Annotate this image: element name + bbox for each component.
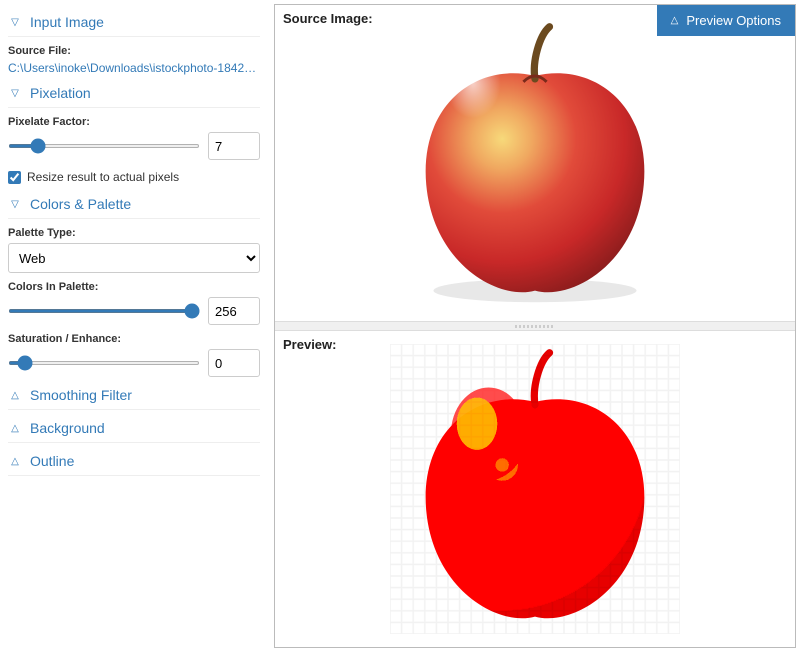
saturation-slider[interactable] <box>8 361 200 365</box>
section-title: Smoothing Filter <box>30 387 132 403</box>
saturation-label: Saturation / Enhance: <box>8 333 260 345</box>
chevron-down-icon: ▽ <box>8 199 22 210</box>
section-header-background[interactable]: △ Background <box>8 414 260 443</box>
chevron-up-icon: △ <box>8 423 22 434</box>
chevron-up-icon: △ <box>8 456 22 467</box>
source-file-path[interactable]: C:\Users\inoke\Downloads\istockphoto-184… <box>8 61 258 75</box>
colors-in-palette-label: Colors In Palette: <box>8 281 260 293</box>
colors-in-palette-slider[interactable] <box>8 309 200 313</box>
section-header-pixelation[interactable]: ▽ Pixelation <box>8 79 260 108</box>
resize-checkbox-label: Resize result to actual pixels <box>27 170 179 184</box>
chevron-up-icon: △ <box>8 390 22 401</box>
section-title: Background <box>30 420 105 436</box>
source-image-pane: Source Image: <box>275 5 795 321</box>
pixelate-factor-input[interactable] <box>208 132 260 160</box>
section-title: Outline <box>30 453 74 469</box>
preview-image-label: Preview: <box>283 337 336 352</box>
section-title: Colors & Palette <box>30 196 131 212</box>
palette-type-label: Palette Type: <box>8 227 260 239</box>
source-image <box>275 5 795 321</box>
chevron-down-icon: ▽ <box>8 17 22 28</box>
resize-checkbox-row[interactable]: Resize result to actual pixels <box>8 170 260 184</box>
colors-in-palette-input[interactable] <box>208 297 260 325</box>
section-header-outline[interactable]: △ Outline <box>8 447 260 476</box>
palette-type-select[interactable]: Web <box>8 243 260 273</box>
section-header-smoothing[interactable]: △ Smoothing Filter <box>8 381 260 410</box>
resize-checkbox[interactable] <box>8 171 21 184</box>
preview-area: △ Preview Options Source Image: <box>274 4 796 648</box>
section-header-input-image[interactable]: ▽ Input Image <box>8 8 260 37</box>
preview-image-pane: Preview: <box>275 331 795 647</box>
section-title: Pixelation <box>30 85 91 101</box>
chevron-down-icon: ▽ <box>8 88 22 99</box>
section-title: Input Image <box>30 14 104 30</box>
pixelate-factor-slider[interactable] <box>8 144 200 148</box>
source-file-label: Source File: <box>8 45 260 57</box>
preview-image <box>275 331 795 647</box>
saturation-input[interactable] <box>208 349 260 377</box>
pane-divider[interactable] <box>275 321 795 331</box>
pixelate-factor-label: Pixelate Factor: <box>8 116 260 128</box>
source-image-label: Source Image: <box>283 11 373 26</box>
section-header-colors[interactable]: ▽ Colors & Palette <box>8 190 260 219</box>
sidebar: ▽ Input Image Source File: C:\Users\inok… <box>0 0 270 652</box>
